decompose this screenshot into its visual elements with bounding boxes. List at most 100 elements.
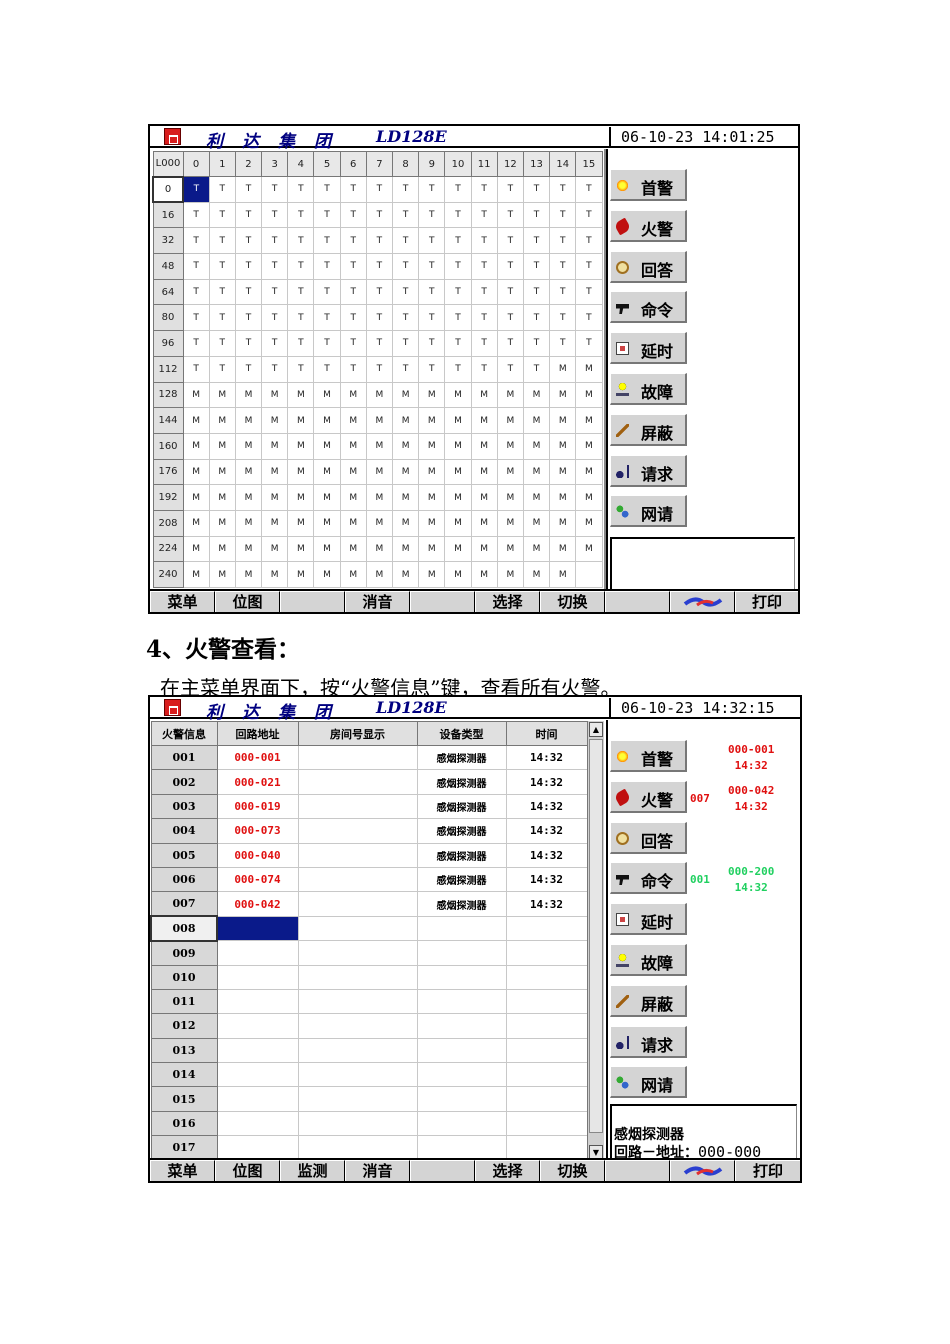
- device-cell[interactable]: M: [444, 509, 472, 537]
- device-cell[interactable]: T: [496, 227, 524, 255]
- side-button[interactable]: 火警: [610, 209, 687, 242]
- bottom-button[interactable]: 位图: [215, 1160, 280, 1181]
- bottom-button[interactable]: 监测: [280, 1160, 345, 1181]
- device-cell[interactable]: T: [339, 330, 367, 357]
- table-row[interactable]: 015: [150, 1086, 588, 1112]
- side-button[interactable]: 命令: [610, 291, 687, 324]
- device-cell[interactable]: M: [522, 484, 551, 511]
- device-cell[interactable]: T: [208, 355, 236, 383]
- device-cell[interactable]: T: [549, 201, 577, 229]
- table-row[interactable]: 013: [150, 1037, 588, 1064]
- bottom-button[interactable]: 选择: [475, 1160, 540, 1181]
- bottom-button[interactable]: 菜单: [150, 591, 215, 612]
- device-cell[interactable]: M: [391, 561, 420, 588]
- device-cell[interactable]: T: [470, 227, 498, 255]
- device-cell[interactable]: M: [208, 458, 236, 486]
- device-cell[interactable]: T: [313, 253, 341, 280]
- device-cell[interactable]: M: [418, 509, 446, 537]
- device-cell[interactable]: T: [313, 227, 341, 255]
- device-cell[interactable]: M: [261, 381, 289, 409]
- bottom-button[interactable]: 位图: [215, 591, 280, 612]
- bottom-button[interactable]: 切换: [540, 591, 605, 612]
- device-cell[interactable]: M: [208, 484, 236, 511]
- device-cell[interactable]: M: [365, 381, 394, 409]
- device-cell[interactable]: M: [549, 381, 577, 409]
- side-button[interactable]: 网请: [610, 1066, 687, 1099]
- device-cell[interactable]: T: [496, 278, 524, 306]
- device-cell[interactable]: T: [444, 253, 472, 280]
- device-cell[interactable]: T: [287, 355, 315, 383]
- device-cell[interactable]: T: [313, 304, 341, 332]
- device-cell[interactable]: T: [365, 355, 394, 383]
- device-cell[interactable]: M: [391, 535, 420, 563]
- device-cell[interactable]: M: [496, 381, 524, 409]
- device-cell[interactable]: M: [339, 561, 367, 588]
- scroll-thumb[interactable]: [589, 739, 603, 1133]
- device-cell[interactable]: T: [470, 201, 498, 229]
- side-button[interactable]: 请求: [610, 454, 687, 487]
- device-cell[interactable]: T: [418, 227, 446, 255]
- device-cell[interactable]: T: [234, 227, 263, 255]
- device-cell[interactable]: M: [339, 509, 367, 537]
- device-cell[interactable]: M: [261, 561, 289, 588]
- table-row[interactable]: 007 000-042 感烟探测器 14:32: [150, 891, 588, 917]
- device-cell[interactable]: M: [496, 458, 524, 486]
- device-cell[interactable]: M: [182, 381, 210, 409]
- device-cell[interactable]: M: [575, 509, 603, 537]
- device-cell[interactable]: T: [444, 176, 472, 203]
- device-cell[interactable]: M: [365, 561, 394, 588]
- device-cell[interactable]: T: [261, 176, 289, 203]
- device-cell[interactable]: M: [182, 561, 210, 588]
- device-cell[interactable]: T: [575, 304, 603, 332]
- device-cell[interactable]: T: [313, 176, 341, 203]
- device-cell[interactable]: M: [549, 535, 577, 563]
- device-cell[interactable]: T: [365, 304, 394, 332]
- device-cell[interactable]: T: [418, 278, 446, 306]
- device-cell[interactable]: M: [339, 535, 367, 563]
- device-cell[interactable]: M: [418, 458, 446, 486]
- device-cell[interactable]: M: [208, 381, 236, 409]
- device-cell[interactable]: M: [287, 458, 315, 486]
- device-cell[interactable]: T: [261, 227, 289, 255]
- device-cell[interactable]: T: [234, 176, 263, 203]
- device-cell[interactable]: T: [444, 278, 472, 306]
- device-cell[interactable]: T: [496, 176, 524, 203]
- scroll-wave-button[interactable]: [670, 591, 735, 612]
- device-cell[interactable]: M: [182, 458, 210, 486]
- device-cell[interactable]: M: [522, 381, 551, 409]
- device-cell[interactable]: T: [549, 278, 577, 306]
- table-row[interactable]: 004 000-073 感烟探测器 14:32: [150, 818, 588, 844]
- device-cell[interactable]: M: [549, 484, 577, 511]
- device-cell[interactable]: T: [522, 176, 551, 203]
- device-cell[interactable]: T: [365, 278, 394, 306]
- device-cell[interactable]: T: [208, 227, 236, 255]
- device-cell[interactable]: T: [549, 176, 577, 203]
- device-cell[interactable]: T: [261, 355, 289, 383]
- device-cell[interactable]: T: [261, 304, 289, 332]
- side-button[interactable]: 屏蔽: [610, 984, 687, 1017]
- device-cell[interactable]: T: [418, 330, 446, 357]
- device-cell[interactable]: T: [391, 253, 420, 280]
- device-cell[interactable]: T: [365, 227, 394, 255]
- device-cell[interactable]: T: [549, 227, 577, 255]
- side-button[interactable]: 故障: [610, 373, 687, 405]
- device-cell[interactable]: T: [575, 253, 603, 280]
- bottom-button[interactable]: 选择: [475, 591, 540, 612]
- side-button[interactable]: 网请: [610, 495, 687, 528]
- device-cell[interactable]: T: [182, 304, 210, 332]
- device-cell[interactable]: M: [575, 484, 603, 511]
- device-cell[interactable]: M: [339, 458, 367, 486]
- device-cell[interactable]: T: [470, 330, 498, 357]
- scroll-wave-button[interactable]: [670, 1160, 735, 1181]
- device-cell[interactable]: M: [470, 484, 498, 511]
- device-cell[interactable]: M: [287, 381, 315, 409]
- device-cell[interactable]: M: [365, 509, 394, 537]
- device-cell[interactable]: M: [261, 407, 289, 434]
- bottom-button[interactable]: [410, 1160, 475, 1181]
- scrollbar[interactable]: ▲ ▼: [587, 721, 604, 1161]
- device-cell[interactable]: T: [182, 355, 210, 383]
- device-cell[interactable]: T: [339, 304, 367, 332]
- bottom-button[interactable]: 打印: [735, 591, 798, 612]
- device-cell[interactable]: M: [549, 432, 577, 460]
- device-cell[interactable]: M: [575, 432, 603, 460]
